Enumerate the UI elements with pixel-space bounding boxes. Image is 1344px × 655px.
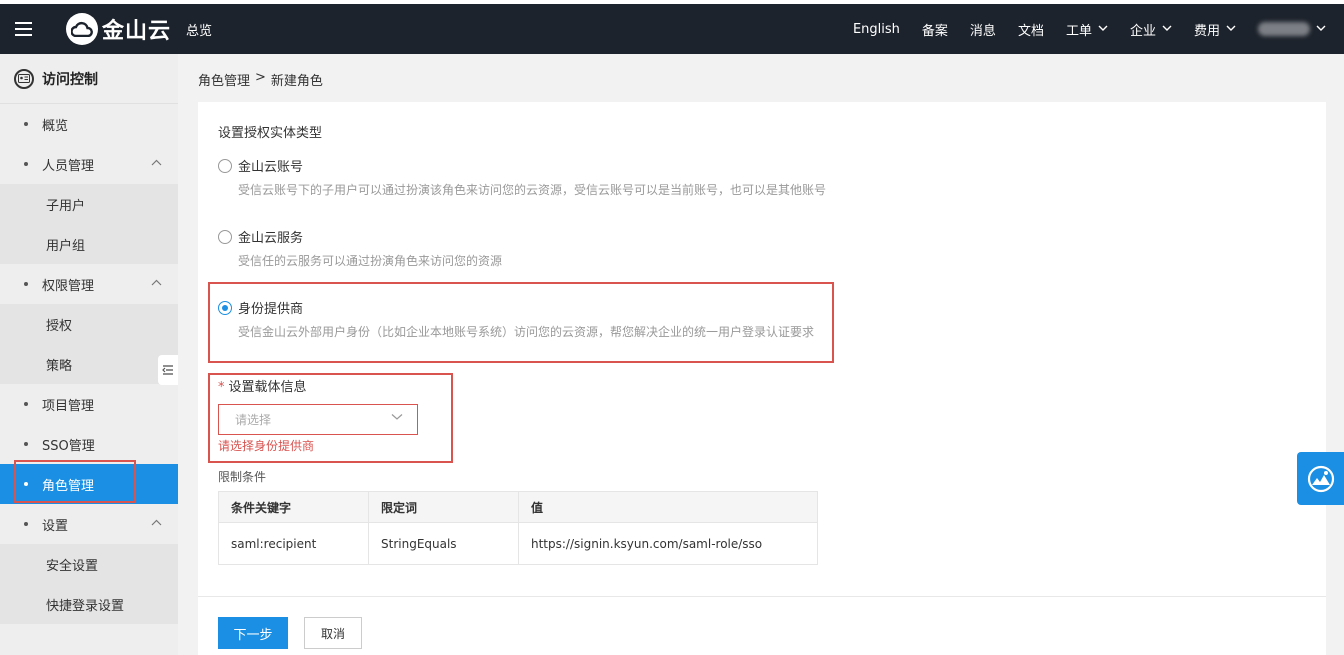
radio-circle[interactable]: [218, 158, 232, 173]
radio-ksyun-service[interactable]: 金山云服务: [218, 227, 303, 246]
nav-enterprise[interactable]: 企业: [1130, 20, 1172, 39]
id-card-icon: [14, 68, 34, 89]
help-widget-icon[interactable]: [1297, 452, 1344, 505]
radio-ksyun-service-desc: 受信任的云服务可以通过扮演角色来访问您的资源: [238, 254, 503, 268]
sidebar-item-sso[interactable]: SSO管理: [0, 424, 178, 464]
hamburger-menu-icon[interactable]: [0, 4, 46, 54]
sidebar-item-subusers[interactable]: 子用户: [0, 184, 178, 224]
sidebar: 访问控制 概览 人员管理 子用户 用户组 权限管理 授权 策略 项目管理 SSO…: [0, 54, 178, 655]
nav-docs[interactable]: 文档: [1018, 20, 1044, 39]
nav-overview[interactable]: 总览: [186, 20, 212, 39]
nav-english[interactable]: English: [853, 22, 900, 37]
sidebar-item-projects[interactable]: 项目管理: [0, 384, 178, 424]
table-cell: saml:recipient: [218, 522, 369, 565]
nav-messages[interactable]: 消息: [970, 20, 996, 39]
avatar: [1258, 22, 1310, 36]
sidebar-header: 访问控制: [0, 54, 178, 104]
next-step-button[interactable]: 下一步: [218, 617, 288, 649]
radio-ksyun-account[interactable]: 金山云账号: [218, 156, 303, 175]
table-cell: StringEquals: [368, 522, 519, 565]
logo-text: 金山云: [102, 19, 172, 44]
divider: [198, 596, 1326, 597]
conditions-table: 条件关键字 限定词 值 saml:recipient StringEquals …: [218, 491, 818, 565]
top-bar: 金山云 总览 English 备案 消息 文档 工单 企业 费用: [0, 0, 1344, 54]
table-cell: https://signin.ksyun.com/saml-role/sso: [518, 522, 818, 565]
sidebar-item-settings[interactable]: 设置: [0, 504, 178, 544]
highlight-box-carrier-info: [208, 373, 453, 463]
chevron-up-icon: [151, 516, 162, 529]
sidebar-item-overview[interactable]: 概览: [0, 104, 178, 144]
top-nav: English 备案 消息 文档 工单 企业 费用: [853, 4, 1344, 54]
sidebar-title: 访问控制: [42, 71, 98, 88]
limit-conditions-label: 限制条件: [218, 470, 267, 484]
sidebar-item-policies[interactable]: 策略: [0, 344, 178, 384]
table-row: saml:recipient StringEquals https://sign…: [218, 522, 818, 565]
table-header-row: 条件关键字 限定词 值: [218, 491, 818, 523]
breadcrumb: 角色管理 > 新建角色: [198, 70, 323, 89]
table-header: 值: [518, 491, 818, 523]
nav-billing[interactable]: 费用: [1194, 20, 1236, 39]
highlight-box-identity-provider: [208, 282, 834, 363]
breadcrumb-current: 新建角色: [270, 74, 323, 89]
nav-tickets[interactable]: 工单: [1066, 20, 1108, 39]
chevron-down-icon: [1162, 24, 1172, 35]
chevron-down-icon: [1226, 24, 1236, 35]
breadcrumb-separator: >: [255, 70, 266, 85]
sidebar-item-quick-login[interactable]: 快捷登录设置: [0, 584, 178, 624]
table-header: 限定词: [368, 491, 519, 523]
section-title: 设置授权实体类型: [218, 126, 323, 141]
nav-filing[interactable]: 备案: [922, 20, 948, 39]
sidebar-item-authorization[interactable]: 授权: [0, 304, 178, 344]
radio-circle[interactable]: [218, 229, 232, 244]
chevron-down-icon: [1316, 24, 1326, 35]
breadcrumb-parent[interactable]: 角色管理: [198, 70, 250, 89]
chevron-down-icon: [1098, 24, 1108, 35]
sidebar-collapse-icon[interactable]: [158, 355, 178, 385]
table-header: 条件关键字: [218, 491, 369, 523]
chevron-up-icon: [151, 156, 162, 169]
sidebar-item-people[interactable]: 人员管理: [0, 144, 178, 184]
sidebar-item-user-groups[interactable]: 用户组: [0, 224, 178, 264]
cloud-logo-icon: [66, 13, 98, 45]
sidebar-item-security[interactable]: 安全设置: [0, 544, 178, 584]
radio-ksyun-account-desc: 受信云账号下的子用户可以通过扮演该角色来访问您的云资源，受信云账号可以是当前账号…: [238, 183, 827, 197]
user-menu[interactable]: [1258, 22, 1326, 36]
cancel-button[interactable]: 取消: [304, 617, 362, 649]
highlight-box-sidebar: [14, 460, 136, 503]
sidebar-item-permissions[interactable]: 权限管理: [0, 264, 178, 304]
chevron-up-icon: [151, 276, 162, 289]
logo[interactable]: 金山云: [66, 13, 171, 45]
